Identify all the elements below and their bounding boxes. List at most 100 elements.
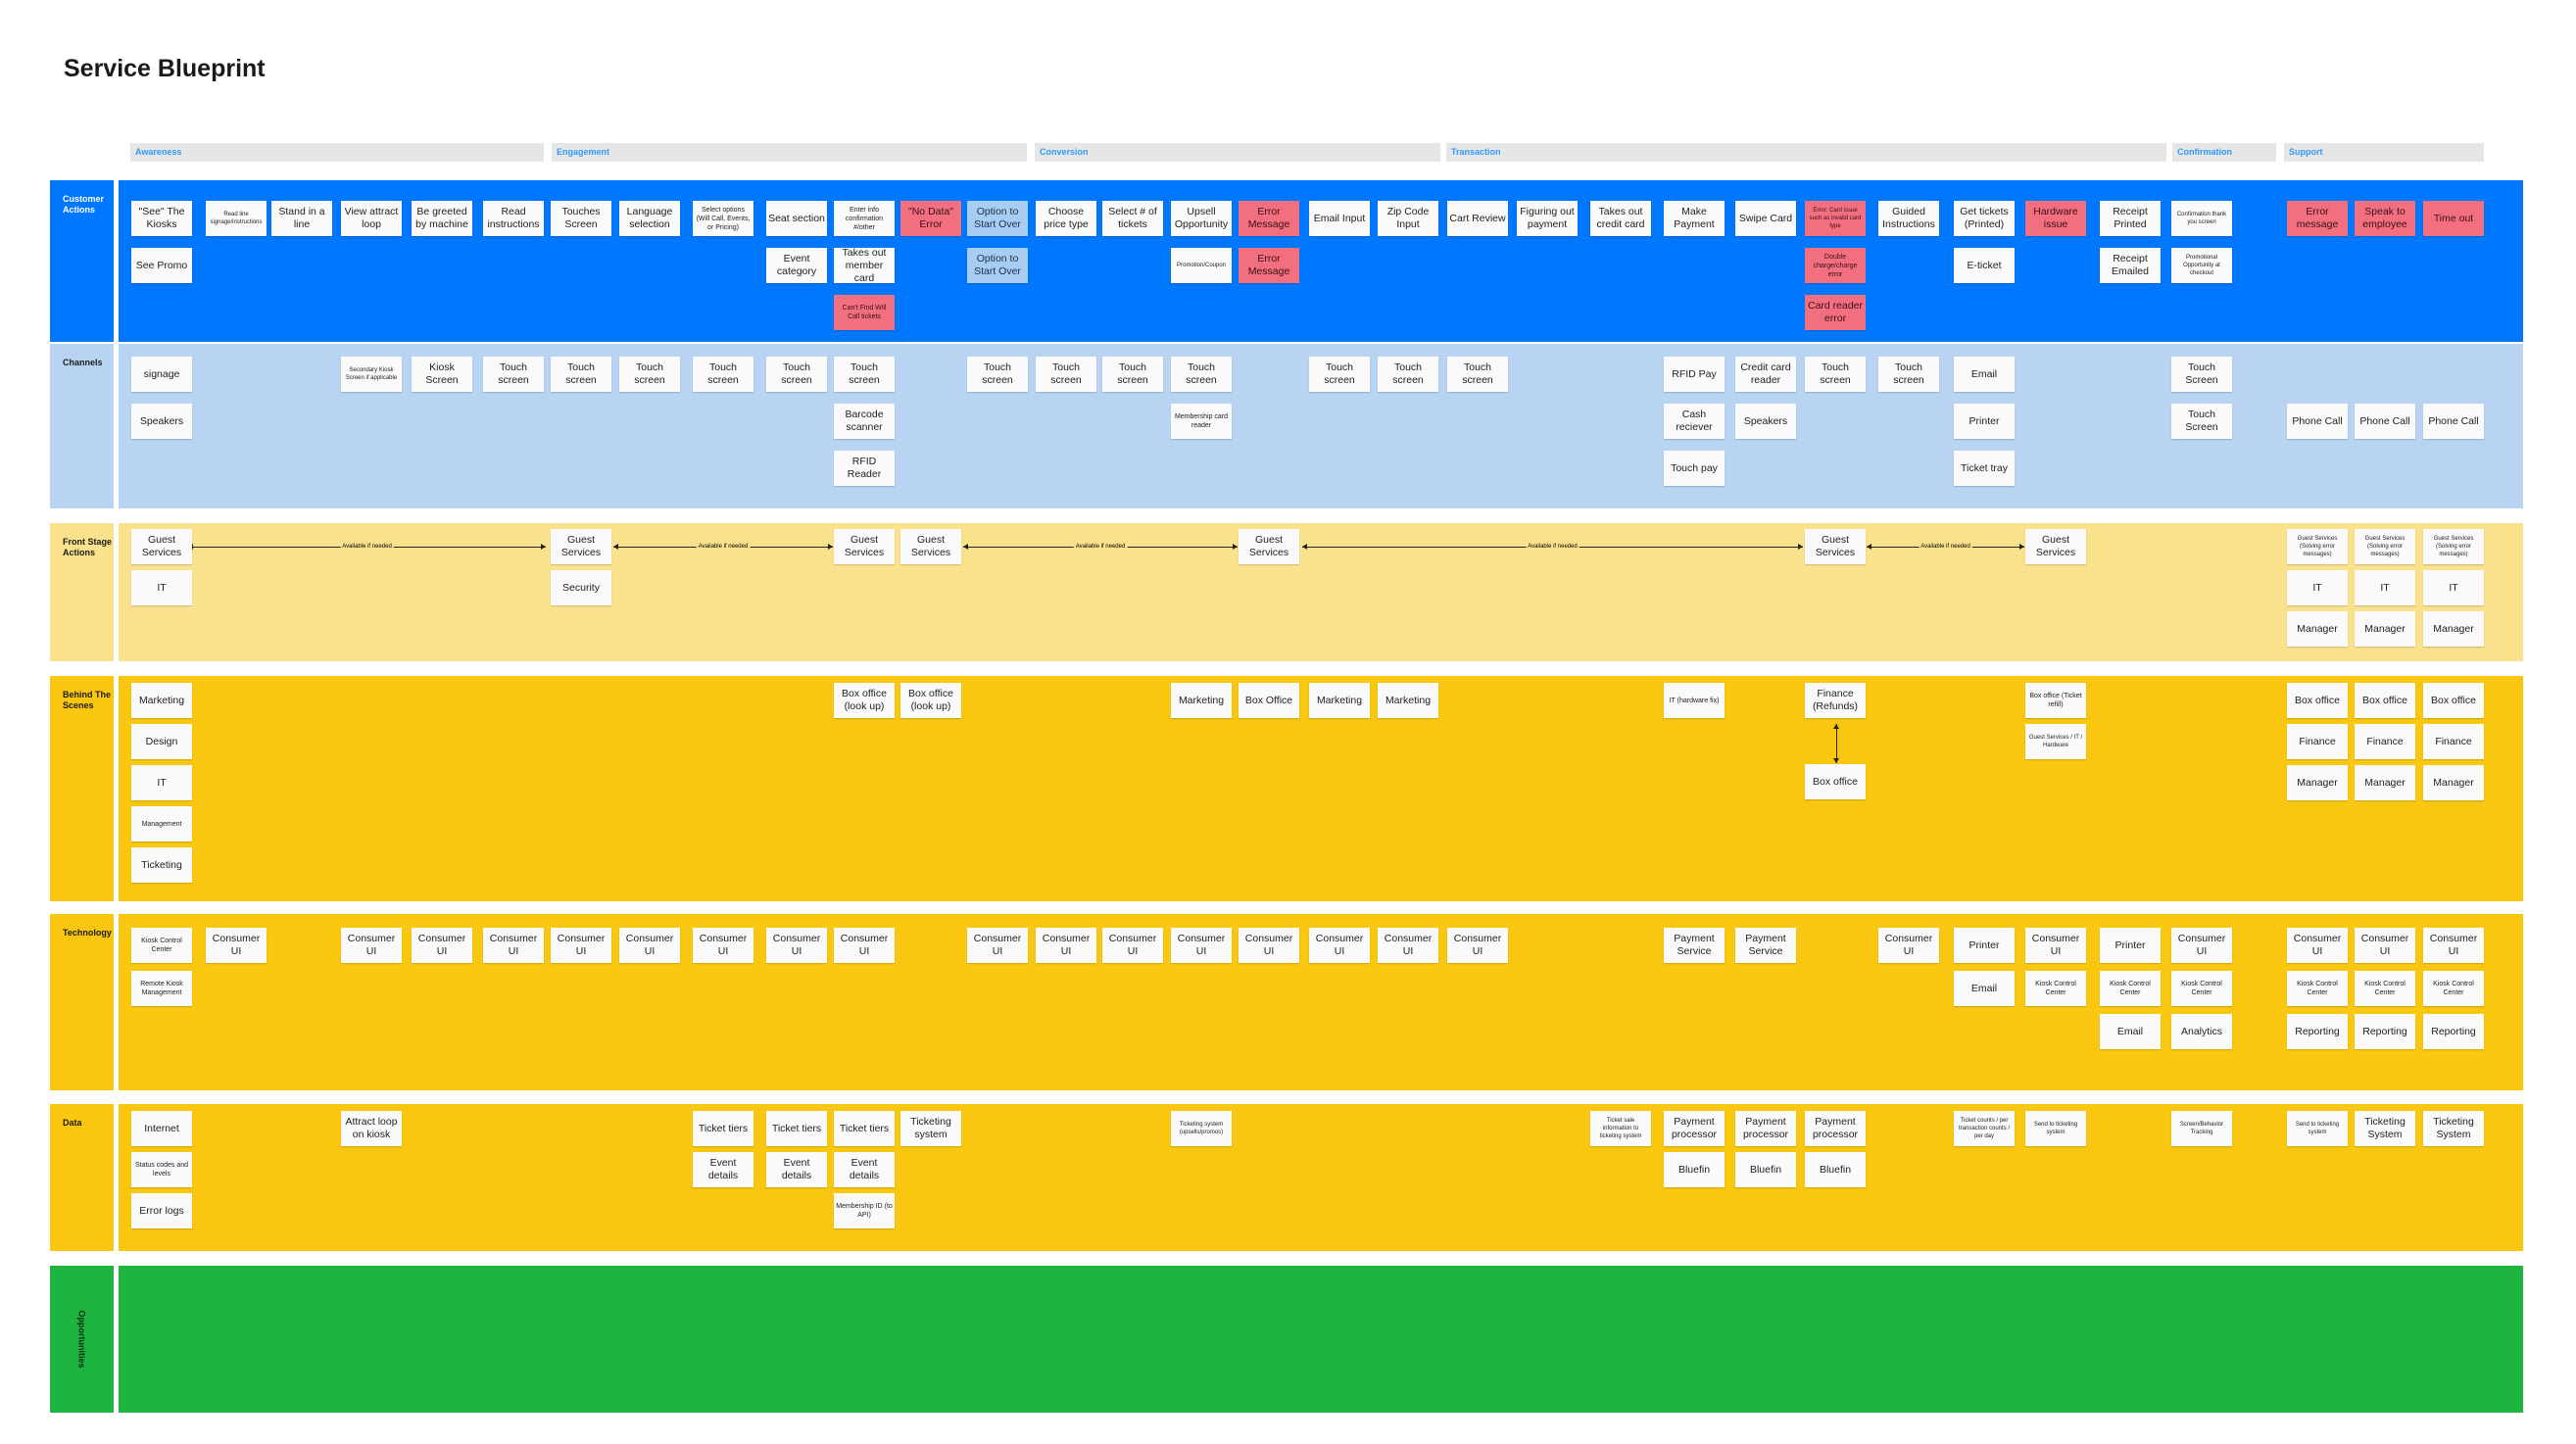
sticky-note-data[interactable]: Ticketing System: [2355, 1111, 2415, 1146]
sticky-note-channels[interactable]: Touch screen: [619, 357, 680, 392]
sticky-note-technology[interactable]: Printer: [1954, 928, 2015, 963]
sticky-note-behind-the-scenes[interactable]: IT: [131, 765, 192, 800]
sticky-note-behind-the-scenes[interactable]: Guest Services / IT / Hardware: [2025, 724, 2086, 759]
sticky-note-behind-the-scenes[interactable]: Box office: [2423, 683, 2484, 718]
sticky-note-data[interactable]: Event details: [693, 1152, 753, 1187]
sticky-note-channels[interactable]: Membership card reader: [1171, 404, 1232, 439]
sticky-note-front-stage[interactable]: Guest Services: [834, 529, 895, 564]
sticky-note-behind-the-scenes[interactable]: Manager: [2287, 765, 2348, 800]
sticky-note-technology[interactable]: Consumer UI: [693, 928, 753, 963]
sticky-note-technology[interactable]: Printer: [2100, 928, 2161, 963]
sticky-note-data[interactable]: Attract loop on kiosk: [341, 1111, 402, 1146]
sticky-note-channels[interactable]: Touch screen: [483, 357, 544, 392]
sticky-note-data[interactable]: Ticketing system: [900, 1111, 961, 1146]
sticky-note-behind-the-scenes[interactable]: Finance: [2355, 724, 2415, 759]
sticky-note-data[interactable]: Ticket tiers: [834, 1111, 895, 1146]
error-sticky-note-customer-actions[interactable]: Error Message: [1239, 248, 1299, 283]
sticky-note-behind-the-scenes[interactable]: Management: [131, 806, 192, 842]
phase-engagement[interactable]: Engagement: [552, 143, 1027, 162]
sticky-note-data[interactable]: Ticket tiers: [766, 1111, 827, 1146]
sticky-note-technology[interactable]: Consumer UI: [412, 928, 472, 963]
sticky-note-channels[interactable]: Kiosk Screen: [412, 357, 472, 392]
sticky-note-customer-actions[interactable]: Option to Start Over: [967, 248, 1028, 283]
sticky-note-front-stage[interactable]: Manager: [2355, 611, 2415, 647]
sticky-note-technology[interactable]: Email: [1954, 971, 2015, 1006]
sticky-note-customer-actions[interactable]: Promotional Opportunity at checkout: [2171, 248, 2232, 283]
sticky-note-customer-actions[interactable]: Guided Instructions: [1878, 201, 1939, 236]
sticky-note-channels[interactable]: Email: [1954, 357, 2015, 392]
sticky-note-technology[interactable]: Consumer UI: [551, 928, 611, 963]
phase-conversion[interactable]: Conversion: [1035, 143, 1440, 162]
sticky-note-channels[interactable]: Touch screen: [1878, 357, 1939, 392]
sticky-note-behind-the-scenes[interactable]: Finance: [2423, 724, 2484, 759]
error-sticky-note-customer-actions[interactable]: Can't Find Will Call tickets: [834, 295, 895, 330]
sticky-note-technology[interactable]: Consumer UI: [1378, 928, 1438, 963]
sticky-note-technology[interactable]: Payment Service: [1735, 928, 1796, 963]
sticky-note-customer-actions[interactable]: Stand in a line: [271, 201, 332, 236]
sticky-note-data[interactable]: Payment processor: [1735, 1111, 1796, 1146]
sticky-note-data[interactable]: Send to ticketing system: [2025, 1111, 2086, 1146]
sticky-note-technology[interactable]: Consumer UI: [1102, 928, 1163, 963]
sticky-note-front-stage[interactable]: Manager: [2287, 611, 2348, 647]
sticky-note-data[interactable]: Event details: [766, 1152, 827, 1187]
sticky-note-customer-actions[interactable]: View attract loop: [341, 201, 402, 236]
sticky-note-technology[interactable]: Reporting: [2355, 1014, 2415, 1049]
sticky-note-front-stage[interactable]: Guest Services: [2025, 529, 2086, 564]
sticky-note-customer-actions[interactable]: Option to Start Over: [967, 201, 1028, 236]
sticky-note-customer-actions[interactable]: Get tickets (Printed): [1954, 201, 2015, 236]
sticky-note-technology[interactable]: Consumer UI: [619, 928, 680, 963]
sticky-note-data[interactable]: Event details: [834, 1152, 895, 1187]
sticky-note-customer-actions[interactable]: Enter info confirmation #/other: [834, 201, 895, 236]
sticky-note-front-stage[interactable]: Security: [551, 570, 611, 605]
sticky-note-behind-the-scenes[interactable]: Box office (look up): [900, 683, 961, 718]
sticky-note-technology[interactable]: Kiosk Control Center: [2025, 971, 2086, 1006]
phase-confirmation[interactable]: Confirmation: [2172, 143, 2276, 162]
sticky-note-behind-the-scenes[interactable]: Box office (Ticket refill): [2025, 683, 2086, 718]
sticky-note-channels[interactable]: Touch screen: [766, 357, 827, 392]
error-sticky-note-customer-actions[interactable]: Error: Card issue such as invalid card t…: [1805, 201, 1866, 236]
sticky-note-customer-actions[interactable]: Zip Code Input: [1378, 201, 1438, 236]
sticky-note-channels[interactable]: Touch screen: [967, 357, 1028, 392]
sticky-note-technology[interactable]: Kiosk Control Center: [2287, 971, 2348, 1006]
sticky-note-technology[interactable]: Consumer UI: [2287, 928, 2348, 963]
sticky-note-technology[interactable]: Consumer UI: [1878, 928, 1939, 963]
sticky-note-customer-actions[interactable]: Cart Review: [1447, 201, 1508, 236]
sticky-note-data[interactable]: Payment processor: [1805, 1111, 1866, 1146]
sticky-note-technology[interactable]: Kiosk Control Center: [2100, 971, 2161, 1006]
error-sticky-note-customer-actions[interactable]: Speak to employee: [2355, 201, 2415, 236]
sticky-note-channels[interactable]: Secondary Kiosk Screen if applicable: [341, 357, 402, 392]
sticky-note-customer-actions[interactable]: Receipt Emailed: [2100, 248, 2161, 283]
sticky-note-technology[interactable]: Consumer UI: [483, 928, 544, 963]
sticky-note-data[interactable]: Ticket counts / per transaction counts /…: [1954, 1111, 2015, 1146]
error-sticky-note-customer-actions[interactable]: "No Data" Error: [900, 201, 961, 236]
error-sticky-note-customer-actions[interactable]: Double charge/charge error: [1805, 248, 1866, 283]
sticky-note-data[interactable]: Error logs: [131, 1193, 192, 1228]
sticky-note-data[interactable]: Ticketing system (upsells/promos): [1171, 1111, 1232, 1146]
sticky-note-customer-actions[interactable]: Takes out member card: [834, 248, 895, 283]
sticky-note-technology[interactable]: Kiosk Control Center: [2355, 971, 2415, 1006]
phase-awareness[interactable]: Awareness: [130, 143, 544, 162]
sticky-note-behind-the-scenes[interactable]: Marketing: [1309, 683, 1370, 718]
sticky-note-technology[interactable]: Consumer UI: [2355, 928, 2415, 963]
sticky-note-channels[interactable]: Touch screen: [834, 357, 895, 392]
sticky-note-customer-actions[interactable]: Make Payment: [1664, 201, 1725, 236]
sticky-note-channels[interactable]: Touch screen: [1102, 357, 1163, 392]
sticky-note-technology[interactable]: Consumer UI: [834, 928, 895, 963]
sticky-note-behind-the-scenes[interactable]: Design: [131, 724, 192, 759]
sticky-note-channels[interactable]: Touch screen: [1447, 357, 1508, 392]
sticky-note-front-stage[interactable]: Guest Services (Solving error messages): [2423, 529, 2484, 564]
sticky-note-technology[interactable]: Consumer UI: [206, 928, 267, 963]
sticky-note-front-stage[interactable]: IT: [2287, 570, 2348, 605]
sticky-note-behind-the-scenes[interactable]: Marketing: [1378, 683, 1438, 718]
sticky-note-customer-actions[interactable]: Language selection: [619, 201, 680, 236]
sticky-note-technology[interactable]: Consumer UI: [2171, 928, 2232, 963]
sticky-note-front-stage[interactable]: Guest Services: [1805, 529, 1866, 564]
sticky-note-technology[interactable]: Consumer UI: [967, 928, 1028, 963]
sticky-note-data[interactable]: Status codes and levels: [131, 1152, 192, 1187]
sticky-note-front-stage[interactable]: Guest Services (Solving error messages): [2287, 529, 2348, 564]
sticky-note-behind-the-scenes[interactable]: Box office: [2355, 683, 2415, 718]
sticky-note-channels[interactable]: Touch screen: [1805, 357, 1866, 392]
sticky-note-data[interactable]: Bluefin: [1735, 1152, 1796, 1187]
sticky-note-customer-actions[interactable]: "See" The Kiosks: [131, 201, 192, 236]
error-sticky-note-customer-actions[interactable]: Error Message: [1239, 201, 1299, 236]
